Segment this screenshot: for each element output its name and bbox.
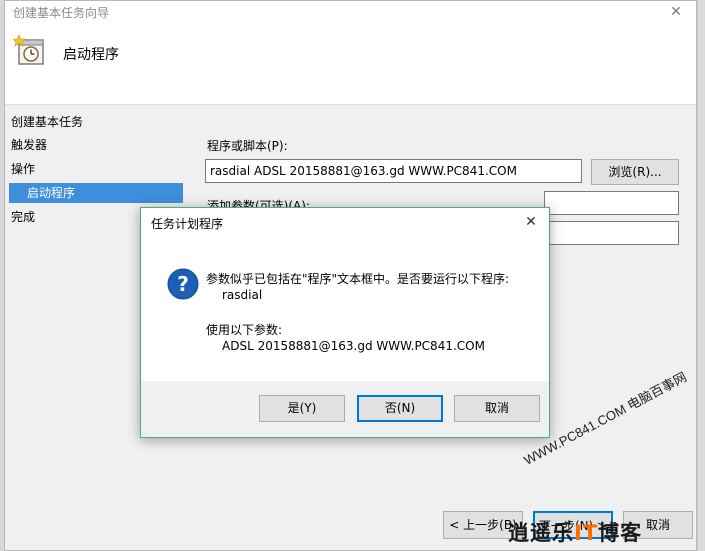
watermark-logo: 逍遥乐IT博客 [508,520,686,546]
dialog-close-button[interactable]: ✕ [521,212,541,232]
start-in-input[interactable] [544,221,679,245]
no-button[interactable]: 否(N) [357,395,443,422]
watermark-logo-text-2: 博客 [598,521,643,545]
browse-button[interactable]: 浏览(R)... [591,159,679,185]
dialog-arguments-value: ADSL 20158881@163.gd WWW.PC841.COM [222,339,485,353]
dialog-arguments-label: 使用以下参数: [206,323,283,337]
wizard-page-title: 启动程序 [63,47,119,63]
nav-heading: 创建基本任务 [11,115,84,129]
wizard-titlebar: 创建基本任务向导 ✕ [5,1,696,23]
svg-text:?: ? [177,272,189,296]
nav-item-action[interactable]: 操作 [11,159,183,179]
dialog-cancel-button[interactable]: 取消 [454,395,540,422]
yes-button[interactable]: 是(Y) [259,395,345,422]
dialog-program-name: rasdial [222,288,263,302]
wizard-header: 启动程序 [5,23,696,105]
watermark-logo-text-1: 逍遥乐 [508,521,574,545]
task-scheduler-dialog: 任务计划程序 ✕ ? 参数似乎已包括在"程序"文本框中。是否要运行以下程序: r… [140,207,550,438]
task-clock-icon [12,33,47,67]
question-icon: ? [167,268,199,300]
add-arguments-input[interactable] [544,191,679,215]
nav-item-start-program[interactable]: 启动程序 [9,183,183,203]
dialog-button-bar: 是(Y) 否(N) 取消 [141,381,549,437]
watermark-logo-it: IT [574,521,599,545]
wizard-close-button[interactable]: ✕ [662,1,690,23]
program-script-input[interactable]: rasdial ADSL 20158881@163.gd WWW.PC841.C… [205,159,582,183]
program-script-label: 程序或脚本(P): [207,139,288,153]
wizard-title: 创建基本任务向导 [13,6,110,20]
background-window-edge-right [697,0,705,551]
dialog-message: 参数似乎已包括在"程序"文本框中。是否要运行以下程序: [206,272,510,286]
dialog-title: 任务计划程序 [151,217,224,231]
nav-item-trigger[interactable]: 触发器 [11,135,183,155]
